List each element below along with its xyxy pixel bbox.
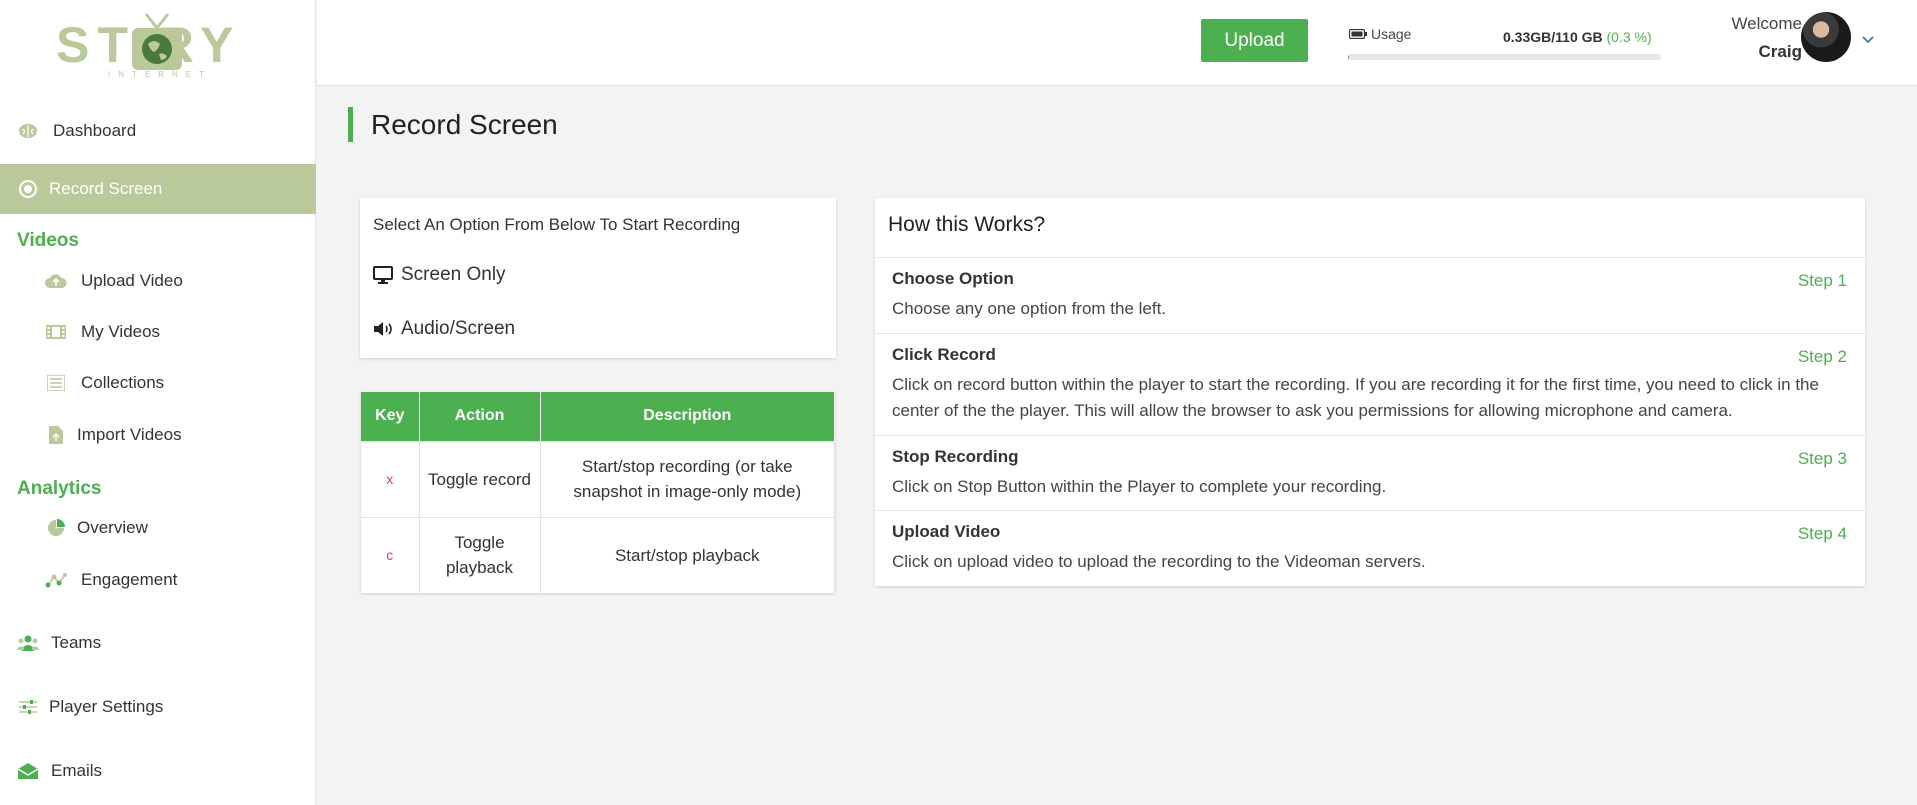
option-label: Screen Only	[401, 264, 506, 285]
table-row: x Toggle record Start/stop recording (or…	[361, 440, 835, 517]
how-title: How this Works?	[888, 213, 1046, 236]
usage-label-text: Usage	[1371, 26, 1412, 42]
sidebar-item-engagement[interactable]: Engagement	[0, 555, 316, 605]
sidebar-item-emails[interactable]: Emails	[0, 746, 316, 796]
section-videos: Videos	[17, 230, 79, 251]
file-import-icon	[45, 424, 67, 446]
key-cell: x	[361, 440, 420, 517]
option-screen-only[interactable]: Screen Only	[373, 264, 506, 286]
sidebar-item-upload-video[interactable]: Upload Video	[0, 256, 316, 306]
step-name: Click Record	[892, 345, 996, 364]
key-cell: c	[361, 516, 420, 593]
sidebar-item-label: Player Settings	[49, 697, 164, 716]
welcome-text: Welcome	[1731, 14, 1802, 33]
speaker-icon	[373, 318, 395, 340]
step-name: Choose Option	[892, 269, 1014, 288]
sidebar-item-my-videos[interactable]: My Videos	[0, 307, 316, 357]
globe-tv-icon	[132, 13, 182, 70]
sidebar-item-label: Dashboard	[53, 121, 137, 140]
option-audio-screen[interactable]: Audio/Screen	[373, 318, 515, 340]
battery-icon	[1349, 29, 1367, 39]
step-description: Click on Stop Button within the Player t…	[892, 477, 1387, 496]
logo-subtitle: INTERNET	[108, 70, 212, 79]
step-description: Click on upload video to upload the reco…	[892, 552, 1426, 571]
option-label: Audio/Screen	[401, 318, 516, 339]
step-name: Stop Recording	[892, 447, 1019, 466]
step-number: Step 2	[1797, 347, 1847, 366]
sidebar-item-import-videos[interactable]: Import Videos	[0, 410, 316, 460]
step-number: Step 3	[1797, 449, 1847, 468]
step-description: Click on record button within the player…	[892, 375, 1819, 420]
sidebar-item-label: Engagement	[81, 570, 178, 589]
envelope-icon	[17, 760, 39, 782]
how-it-works-card: How this Works? Choose Option Step 1 Cho…	[875, 198, 1865, 586]
sidebar-item-record-screen[interactable]: Record Screen	[0, 164, 316, 214]
cloud-upload-icon	[45, 270, 67, 292]
sidebar-item-label: Emails	[51, 761, 103, 780]
step-item: Stop Recording Step 3 Click on Stop Butt…	[875, 435, 1865, 510]
avatar[interactable]	[1801, 12, 1851, 62]
sidebar-item-label: Upload Video	[81, 271, 183, 290]
sidebar-item-player-settings[interactable]: Player Settings	[0, 682, 316, 732]
action-cell: Toggle playback	[419, 516, 541, 593]
sidebar-item-teams[interactable]: Teams	[0, 618, 316, 668]
page-title: Record Screen	[348, 107, 558, 142]
logo[interactable]: ST RY INTERNET	[56, 12, 260, 82]
sidebar: ST RY INTERNET Dashboard Record Screen V…	[0, 0, 316, 805]
upload-button[interactable]: Upload	[1201, 19, 1308, 62]
recording-options-card: Select An Option From Below To Start Rec…	[360, 198, 836, 358]
description-cell: Start/stop recording (or take snapshot i…	[540, 440, 835, 517]
usage-value: 0.33GB/110 GB (0.3 %)	[1503, 29, 1652, 45]
keyboard-shortcuts-table: Key Action Description x Toggle record S…	[361, 392, 835, 593]
step-number: Step 4	[1797, 524, 1847, 543]
engagement-icon	[45, 569, 67, 591]
sidebar-item-label: Record Screen	[49, 179, 163, 198]
username: Craig	[1758, 42, 1802, 61]
header-description: Description	[540, 392, 835, 441]
sidebar-item-dashboard[interactable]: Dashboard	[0, 106, 316, 156]
sidebar-item-overview[interactable]: Overview	[0, 503, 316, 553]
sidebar-item-label: Import Videos	[77, 425, 182, 444]
description-cell: Start/stop playback	[540, 516, 835, 593]
usage-label: Usage	[1349, 26, 1411, 42]
step-name: Upload Video	[892, 522, 1001, 541]
step-item: Choose Option Step 1 Choose any one opti…	[875, 257, 1865, 333]
header-action: Action	[419, 392, 541, 441]
sidebar-item-label: My Videos	[81, 322, 161, 341]
chevron-down-icon[interactable]	[1861, 32, 1875, 46]
monitor-icon	[373, 264, 395, 286]
step-number: Step 1	[1797, 271, 1847, 290]
step-description: Choose any one option from the left.	[892, 299, 1167, 318]
action-cell: Toggle record	[419, 440, 541, 517]
users-icon	[17, 632, 39, 654]
sliders-icon	[17, 696, 39, 718]
usage-progress-fill	[1348, 54, 1349, 60]
table-header-row: Key Action Description	[361, 392, 835, 441]
usage-progress-bar	[1348, 54, 1661, 60]
brain-icon	[17, 120, 39, 142]
header-key: Key	[361, 392, 420, 441]
step-item: Click Record Step 2 Click on record butt…	[875, 333, 1865, 435]
usage-percent: (0.3 %)	[1606, 29, 1652, 45]
section-analytics: Analytics	[17, 478, 102, 499]
usage-amount: 0.33GB/110 GB	[1503, 29, 1603, 45]
options-title: Select An Option From Below To Start Rec…	[373, 215, 741, 234]
table-row: c Toggle playback Start/stop playback	[361, 516, 835, 593]
list-icon	[45, 372, 67, 394]
sidebar-item-label: Overview	[77, 518, 148, 537]
sidebar-item-label: Teams	[51, 633, 102, 652]
record-icon	[17, 178, 39, 200]
top-bar: Upload Usage 0.33GB/110 GB (0.3 %) Welco…	[317, 0, 1917, 86]
sidebar-item-collections[interactable]: Collections	[0, 358, 316, 408]
sidebar-item-label: Collections	[81, 373, 165, 392]
step-item: Upload Video Step 4 Click on upload vide…	[875, 510, 1865, 586]
film-icon	[45, 321, 67, 343]
pie-chart-icon	[45, 517, 67, 539]
